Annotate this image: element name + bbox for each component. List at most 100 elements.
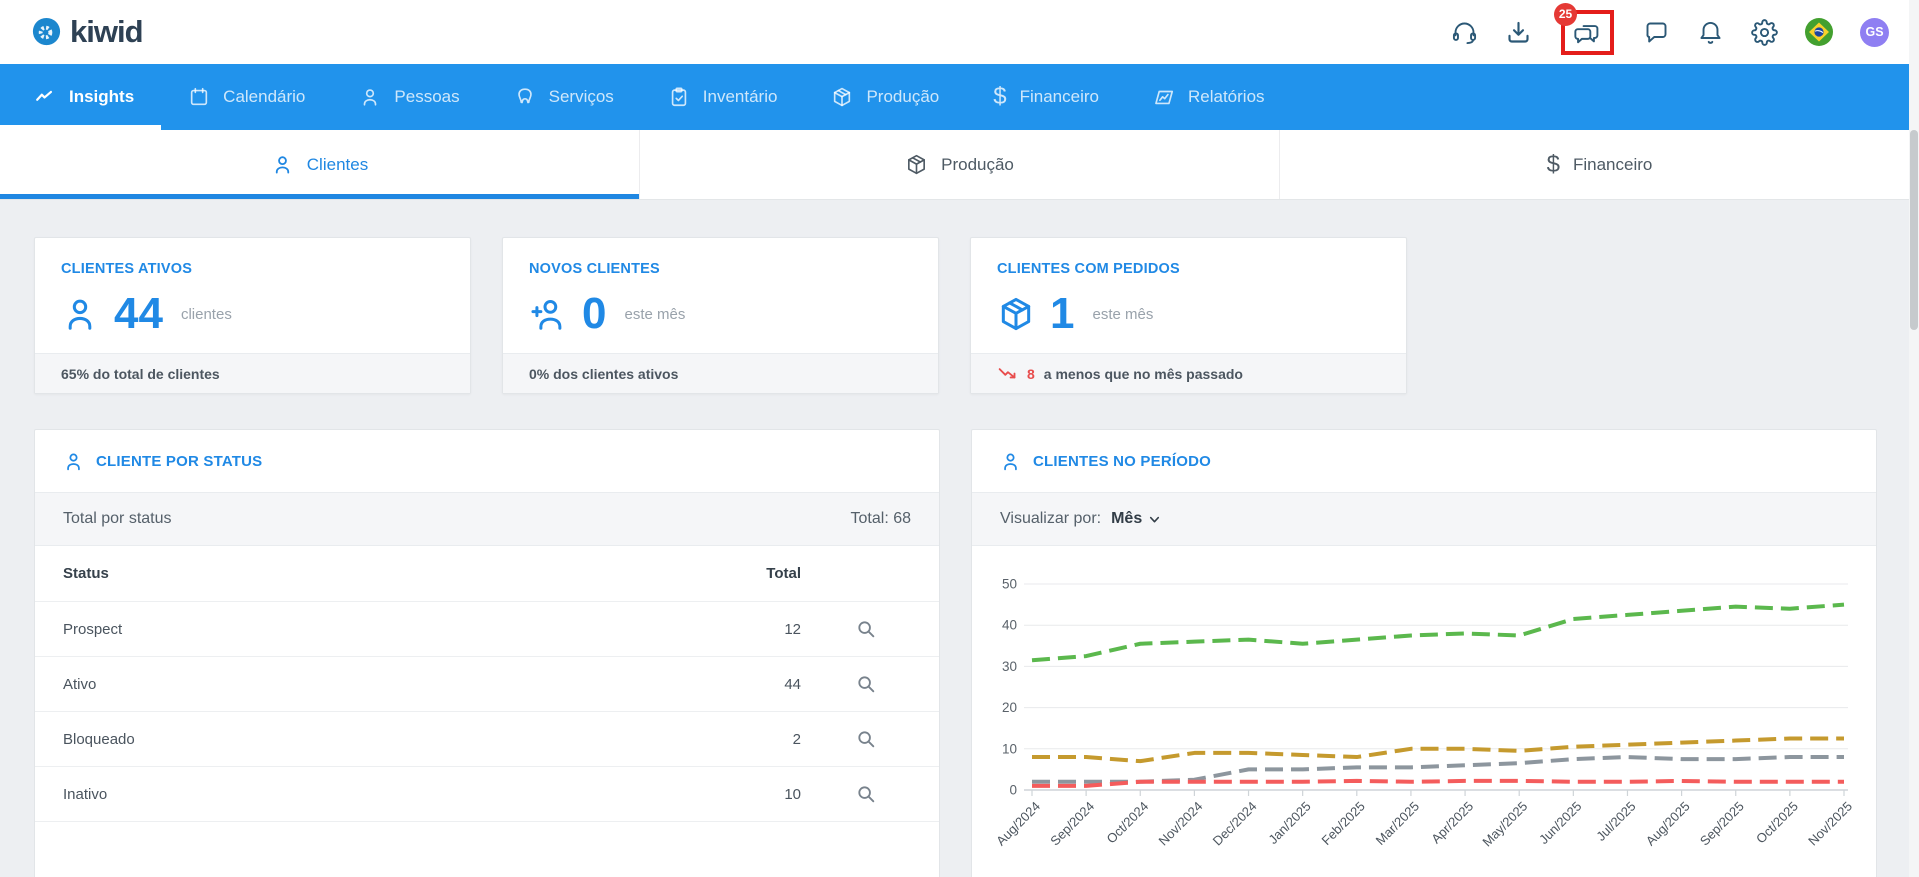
card-title: CLIENTES COM PEDIDOS bbox=[997, 261, 1180, 277]
subtab-clientes[interactable]: Clientes bbox=[0, 130, 640, 199]
summary-label: Total por status bbox=[63, 510, 172, 527]
svg-text:Jun/2025: Jun/2025 bbox=[1536, 799, 1584, 847]
panels-row: CLIENTE POR STATUS Total por status Tota… bbox=[34, 429, 1885, 877]
total-cell: 12 bbox=[784, 620, 801, 638]
card-value: 44 bbox=[114, 289, 163, 338]
panel-cliente-por-status: CLIENTE POR STATUS Total por status Tota… bbox=[34, 429, 940, 877]
column-status: Status bbox=[63, 565, 109, 582]
total-cell: 2 bbox=[792, 730, 801, 748]
card-clientes-ativos: CLIENTES ATIVOS 44 clientes 65% do total… bbox=[34, 237, 471, 394]
person-icon bbox=[275, 156, 289, 174]
panel-title: CLIENTE POR STATUS bbox=[96, 452, 263, 470]
svg-text:Apr/2025: Apr/2025 bbox=[1428, 799, 1476, 847]
card-clientes-com-pedidos: CLIENTES COM PEDIDOS 1 este mês 8 a meno… bbox=[970, 237, 1407, 394]
reports-chart-icon bbox=[1155, 90, 1174, 105]
nav-label: Inventário bbox=[702, 87, 778, 106]
card-unit: este mês bbox=[624, 305, 686, 323]
card-footer-text: a menos que no mês passado bbox=[1043, 365, 1243, 382]
card-unit: este mês bbox=[1092, 305, 1154, 323]
nav-label: Relatórios bbox=[1187, 87, 1265, 106]
card-title: NOVOS CLIENTES bbox=[529, 261, 660, 277]
status-cell: Bloqueado bbox=[63, 730, 135, 748]
svg-text:Feb/2025: Feb/2025 bbox=[1318, 799, 1367, 848]
table-row-prospect: Prospect 12 bbox=[35, 602, 939, 657]
search-icon[interactable] bbox=[855, 618, 877, 640]
download-icon[interactable] bbox=[1505, 19, 1532, 46]
card-novos-clientes: NOVOS CLIENTES 0 este mês 0% dos cliente… bbox=[502, 237, 939, 394]
nav-label: Financeiro bbox=[1019, 87, 1099, 106]
status-cell: Prospect bbox=[63, 620, 123, 638]
subtab-label: Produção bbox=[941, 154, 1014, 174]
nav-item-calendario[interactable]: Calendário bbox=[161, 64, 332, 130]
svg-text:Mar/2025: Mar/2025 bbox=[1373, 799, 1422, 848]
total-cell: 44 bbox=[784, 675, 801, 693]
svg-text:50: 50 bbox=[1002, 577, 1017, 592]
search-icon[interactable] bbox=[855, 728, 877, 750]
nav-item-financeiro[interactable]: $ Financeiro bbox=[966, 64, 1126, 130]
calendar-icon bbox=[191, 87, 208, 106]
svg-text:Aug/2024: Aug/2024 bbox=[993, 799, 1043, 849]
card-footer-text: 65% do total de clientes bbox=[61, 365, 220, 382]
scrollbar-thumb[interactable] bbox=[1910, 130, 1918, 330]
svg-text:Aug/2025: Aug/2025 bbox=[1643, 799, 1693, 849]
panel-header: CLIENTES NO PERÍODO bbox=[972, 430, 1876, 492]
nav-item-servicos[interactable]: Serviços bbox=[487, 64, 641, 130]
language-brazil-flag-icon[interactable] bbox=[1805, 18, 1833, 46]
production-cube-icon bbox=[908, 154, 926, 175]
table-row-inativo: Inativo 10 bbox=[35, 767, 939, 822]
kiwid-logo[interactable]: kiwid bbox=[30, 14, 144, 50]
page-scrollbar[interactable] bbox=[1909, 0, 1919, 877]
topbar-actions: 25 GS bbox=[1451, 2, 1889, 55]
subtab-financeiro[interactable]: $ Financeiro bbox=[1280, 130, 1919, 199]
total-cell: 10 bbox=[784, 785, 801, 803]
person-icon bbox=[68, 299, 92, 330]
search-icon[interactable] bbox=[855, 783, 877, 805]
chat-messages-icon[interactable] bbox=[1574, 21, 1601, 48]
support-headset-icon[interactable] bbox=[1451, 19, 1478, 46]
status-summary-band: Total por status Total: 68 bbox=[35, 492, 939, 546]
nav-item-insights[interactable]: Insights bbox=[0, 64, 162, 130]
settings-gear-icon[interactable] bbox=[1751, 18, 1778, 46]
svg-text:Sep/2024: Sep/2024 bbox=[1047, 799, 1097, 849]
card-footer: 0% dos clientes ativos bbox=[503, 353, 938, 393]
svg-text:May/2025: May/2025 bbox=[1479, 799, 1530, 850]
panel-header: CLIENTE POR STATUS bbox=[35, 430, 939, 492]
nav-item-relatorios[interactable]: Relatórios bbox=[1126, 64, 1292, 130]
orders-cube-icon bbox=[1001, 297, 1031, 331]
svg-text:10: 10 bbox=[1002, 741, 1017, 756]
card-footer-delta: 8 bbox=[1027, 365, 1035, 382]
nav-label: Insights bbox=[69, 87, 135, 106]
filter-label: Visualizar por: bbox=[1000, 510, 1102, 527]
stat-cards-row: CLIENTES ATIVOS 44 clientes 65% do total… bbox=[34, 237, 1885, 394]
message-bubble-icon[interactable] bbox=[1643, 19, 1670, 46]
dollar-icon: $ bbox=[993, 83, 1007, 110]
card-value-row: 44 clientes bbox=[61, 292, 444, 336]
trending-down-icon bbox=[998, 368, 1016, 379]
svg-text:Jan/2025: Jan/2025 bbox=[1265, 799, 1313, 847]
person-icon bbox=[1004, 453, 1017, 470]
card-value: 0 bbox=[582, 289, 607, 338]
notifications-bell-icon[interactable] bbox=[1697, 19, 1724, 46]
nav-item-pessoas[interactable]: Pessoas bbox=[332, 64, 486, 130]
svg-text:Sep/2025: Sep/2025 bbox=[1697, 799, 1747, 849]
period-filter-dropdown[interactable]: Mês bbox=[1111, 510, 1162, 528]
nav-item-inventario[interactable]: Inventário bbox=[641, 64, 805, 130]
column-total: Total bbox=[766, 565, 801, 582]
card-footer-text: 0% dos clientes ativos bbox=[529, 365, 679, 382]
kiwid-drop-icon bbox=[32, 17, 61, 45]
search-icon[interactable] bbox=[855, 673, 877, 695]
subtab-producao[interactable]: Produção bbox=[640, 130, 1280, 199]
card-footer: 8 a menos que no mês passado bbox=[971, 353, 1406, 393]
topbar: kiwid 25 GS bbox=[0, 0, 1919, 64]
chart-container: 0 10 20 30 40 50 Aug/2024 Sep/2024 Oct/2024 Nov/2… bbox=[972, 546, 1876, 867]
filter-value: Mês bbox=[1111, 510, 1143, 527]
svg-text:30: 30 bbox=[1002, 659, 1017, 674]
dashboard-content: CLIENTES ATIVOS 44 clientes 65% do total… bbox=[0, 200, 1919, 877]
user-avatar[interactable]: GS bbox=[1860, 17, 1889, 47]
status-table-header: Status Total bbox=[35, 546, 939, 602]
card-body: CLIENTES ATIVOS 44 clientes bbox=[35, 238, 470, 353]
chat-unread-badge: 25 bbox=[1554, 2, 1577, 26]
card-value-row: 1 este mês bbox=[997, 292, 1380, 336]
nav-item-producao[interactable]: Produção bbox=[804, 64, 966, 130]
status-cell: Ativo bbox=[63, 675, 97, 693]
